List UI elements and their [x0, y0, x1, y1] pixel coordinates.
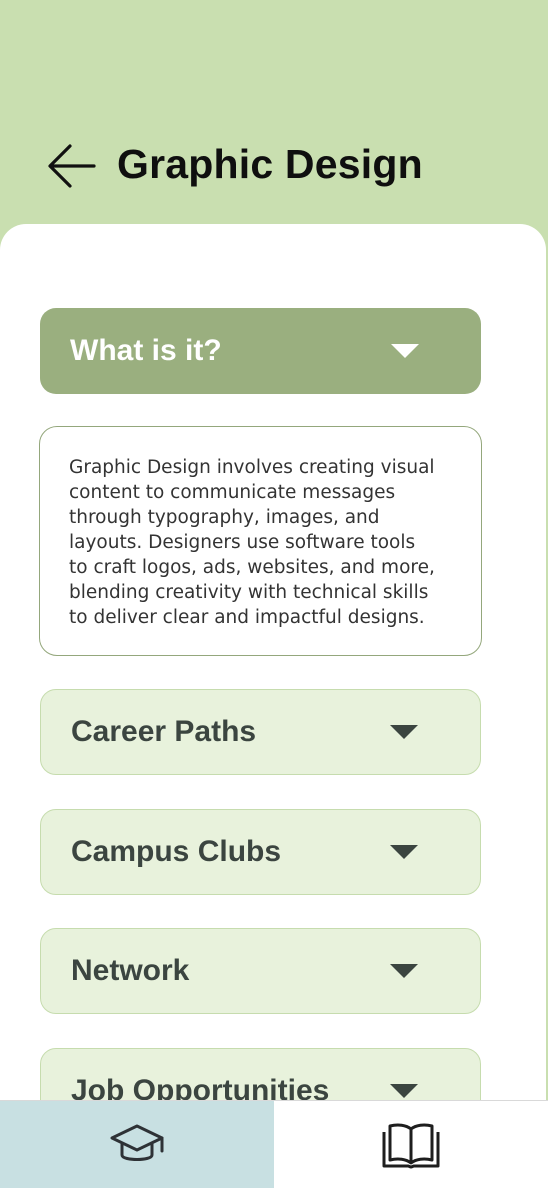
back-button[interactable]: [44, 138, 100, 194]
accordion-campus-clubs[interactable]: Campus Clubs: [40, 809, 481, 895]
graduation-cap-icon: [110, 1124, 164, 1161]
description-line: content to communicate messages: [69, 482, 396, 503]
bottom-tab-bar: [0, 1100, 548, 1188]
description-line: to craft logos, ads, websites, and more,: [69, 557, 435, 578]
accordion-label: Campus Clubs: [71, 835, 282, 868]
page-title: Graphic Design: [117, 141, 423, 187]
screen: Graphic Design What is it? Graphic Desig…: [0, 0, 548, 1188]
tab-learn[interactable]: [0, 1101, 274, 1188]
description-line: layouts. Designers use software tools: [69, 532, 416, 553]
accordion-what-is-it[interactable]: What is it?: [40, 308, 481, 394]
tab-library[interactable]: [274, 1101, 548, 1188]
description-line: through typography, images, and: [69, 507, 380, 528]
caret-down-icon: [390, 845, 418, 859]
description-line: Graphic Design involves creating visual: [69, 457, 435, 478]
accordion-career-paths[interactable]: Career Paths: [40, 689, 481, 775]
header: Graphic Design: [0, 0, 548, 240]
accordion-label: Network: [71, 954, 190, 987]
description-line: to deliver clear and impactful designs.: [69, 607, 425, 628]
accordion-label: Career Paths: [71, 715, 257, 748]
accordion-network[interactable]: Network: [40, 928, 481, 1014]
accordion-label: What is it?: [70, 334, 222, 367]
caret-down-icon: [390, 1084, 418, 1098]
description-text: Graphic Design involves creating visual …: [69, 455, 457, 630]
caret-down-icon: [390, 964, 418, 978]
description-panel: Graphic Design involves creating visual …: [39, 426, 482, 656]
caret-down-icon: [390, 725, 418, 739]
description-line: blending creativity with technical skill…: [69, 582, 429, 603]
arrow-left-icon: [48, 144, 96, 188]
open-book-icon: [382, 1123, 440, 1169]
caret-down-icon: [391, 344, 419, 358]
content-card: What is it? Graphic Design involves crea…: [0, 224, 546, 1188]
